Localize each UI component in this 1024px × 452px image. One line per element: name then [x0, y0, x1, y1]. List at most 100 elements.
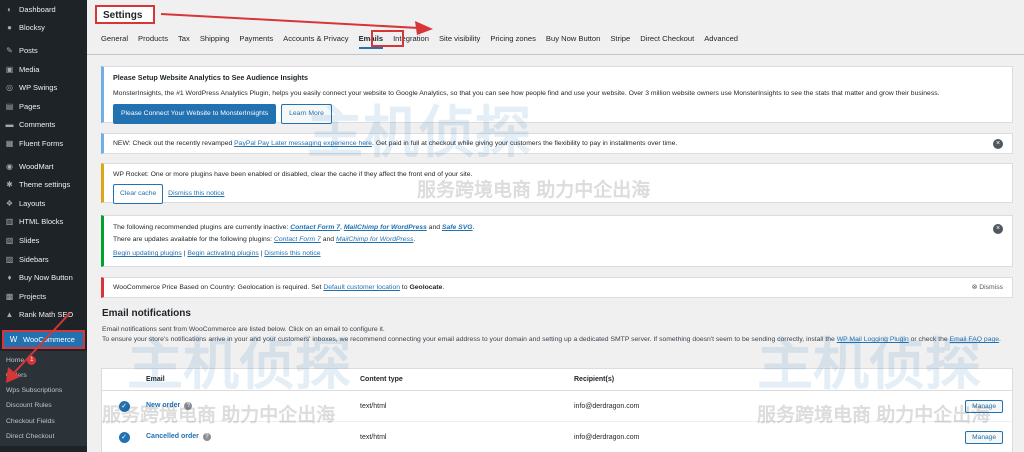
- pages-icon: ▤: [5, 101, 14, 111]
- recipient-cell: info@derdragon.com: [574, 433, 640, 441]
- sidebar-item-label: Blocksy: [19, 23, 45, 33]
- cart-icon: ♦: [7, 273, 12, 283]
- plugins-notice: The following recommended plugins are cu…: [101, 215, 1013, 267]
- woodmart-icon: ◉: [6, 161, 13, 171]
- sidebar-item-label: Dashboard: [19, 4, 56, 14]
- tab-shipping[interactable]: Shipping: [200, 34, 230, 43]
- tab-tax[interactable]: Tax: [178, 34, 190, 43]
- notice-text: There are updates available for the foll…: [113, 236, 274, 243]
- monsterinsights-notice: Please Setup Website Analytics to See Au…: [101, 66, 1013, 124]
- begin-activating-plugins-link[interactable]: Begin activating plugins: [187, 250, 258, 257]
- submenu-item-label: Direct Checkout: [6, 432, 55, 440]
- email-faq-link[interactable]: Email FAQ page: [950, 336, 1000, 343]
- wp-mail-logging-link[interactable]: WP Mail Logging Plugin: [837, 336, 909, 343]
- dismiss-plugins-notice-link[interactable]: Dismiss this notice: [264, 250, 320, 257]
- tab-direct-checkout[interactable]: Direct Checkout: [640, 34, 694, 43]
- manage-button[interactable]: Manage: [965, 430, 1003, 444]
- tab-site-visibility[interactable]: Site visibility: [439, 34, 480, 43]
- content-type-cell: text/html: [360, 402, 387, 410]
- sidebar-item-label: Theme settings: [19, 180, 71, 190]
- notice-body: MonsterInsights, the #1 WordPress Analyt…: [113, 90, 940, 97]
- table-row: ✓ Cancelled order? text/html info@derdragon…: [102, 422, 1012, 452]
- pin-icon: ✎: [6, 45, 13, 55]
- submenu-item-label: Checkout Fields: [6, 417, 55, 425]
- desc-line: To ensure your store's notifications arr…: [102, 336, 837, 343]
- tab-advanced[interactable]: Advanced: [704, 34, 738, 43]
- contact-form-7-link[interactable]: Contact Form 7: [290, 224, 340, 231]
- learn-more-button[interactable]: Learn More: [281, 104, 332, 124]
- sidebar-item-label: WP Swings: [19, 83, 58, 93]
- section-title: Email notifications: [102, 308, 191, 319]
- mailchimp-link[interactable]: MailChimp for WordPress: [344, 224, 427, 231]
- notice-text: and: [320, 236, 336, 243]
- tab-accounts-privacy[interactable]: Accounts & Privacy: [283, 34, 348, 43]
- clear-cache-button[interactable]: Clear cache: [113, 184, 164, 204]
- notice-text: NEW: Check out the recently revamped: [113, 140, 235, 147]
- sidebar-item-projects[interactable]: ▩ Projects: [0, 287, 87, 306]
- sidebar-item-label: Comments: [19, 120, 56, 130]
- sidebar-item-layouts[interactable]: ❖ Layouts: [0, 194, 87, 213]
- tab-stripe[interactable]: Stripe: [610, 34, 630, 43]
- connect-monsterinsights-button[interactable]: Please Connect Your Website to MonsterIn…: [113, 104, 277, 124]
- help-icon[interactable]: ?: [184, 402, 193, 410]
- default-customer-location-link[interactable]: Default customer location: [323, 284, 400, 291]
- close-icon[interactable]: ×: [993, 138, 1003, 149]
- paypal-pay-later-link[interactable]: PayPal Pay Later messaging experience he…: [234, 140, 372, 147]
- desc-line: Email notifications sent from WooCommerc…: [102, 326, 385, 333]
- sidebar-item-comments[interactable]: ▬ Comments: [0, 116, 87, 135]
- submenu-item-checkout-fields[interactable]: Checkout Fields: [0, 413, 87, 428]
- update-contact-form-7-link[interactable]: Contact Form 7: [274, 236, 321, 243]
- page-title: Settings: [95, 5, 155, 24]
- email-name-link[interactable]: Cancelled order: [146, 433, 199, 440]
- tab-general[interactable]: General: [101, 34, 128, 43]
- sidebar-item-buy-now-button[interactable]: ♦ Buy Now Button: [0, 268, 87, 287]
- enabled-check-icon: ✓: [118, 400, 130, 412]
- dismiss-label: Dismiss: [979, 284, 1003, 291]
- submenu-item-direct-checkout[interactable]: Direct Checkout: [0, 429, 87, 444]
- begin-updating-plugins-link[interactable]: Begin updating plugins: [113, 250, 182, 257]
- sidebar-item-sidebars[interactable]: ▨ Sidebars: [0, 250, 87, 269]
- sidebar-item-blocksy[interactable]: ● Blocksy: [0, 19, 87, 38]
- email-name-link[interactable]: New order: [146, 402, 180, 409]
- manage-button[interactable]: Manage: [965, 399, 1003, 413]
- close-icon[interactable]: ×: [993, 224, 1003, 234]
- swings-icon: ◎: [6, 83, 13, 93]
- tab-products[interactable]: Products: [138, 34, 168, 43]
- tab-payments[interactable]: Payments: [239, 34, 273, 43]
- sidebar-item-posts[interactable]: ✎ Posts: [0, 41, 87, 60]
- red-annotation-arrow: [6, 312, 71, 383]
- tab-buy-now-button[interactable]: Buy Now Button: [546, 34, 600, 43]
- close-icon: ⊗: [971, 284, 978, 291]
- tabs-divider: [87, 54, 1024, 55]
- forms-icon: ▦: [5, 138, 14, 148]
- sidebar-item-html-blocks[interactable]: ▥ HTML Blocks: [0, 213, 87, 232]
- sidebar-item-slides[interactable]: ▧ Slides: [0, 231, 87, 250]
- sidebar-item-woodmart[interactable]: ◉ WoodMart: [0, 157, 87, 176]
- notice-title: Please Setup Website Analytics to See Au…: [113, 73, 309, 82]
- content-type-cell: text/html: [360, 433, 387, 441]
- geolocate-text: Geolocate: [409, 284, 443, 291]
- dismiss-button[interactable]: ⊗ Dismiss: [972, 282, 1003, 294]
- sidebar-item-fluent-forms[interactable]: ▦ Fluent Forms: [0, 134, 87, 153]
- submenu-item-discount-rules[interactable]: Discount Rules: [0, 398, 87, 413]
- help-icon[interactable]: ?: [202, 433, 211, 441]
- sidebar-item-label: Buy Now Button: [19, 273, 73, 283]
- sidebar-item-media[interactable]: ▣ Media: [0, 60, 87, 79]
- notice-text: .: [442, 284, 445, 291]
- sidebar-item-theme-settings[interactable]: ✱ Theme settings: [0, 175, 87, 194]
- submenu-item-label: Discount Rules: [6, 402, 52, 410]
- sidebar-item-wp-swings[interactable]: ◎ WP Swings: [0, 78, 87, 97]
- paypal-notice: NEW: Check out the recently revamped Pay…: [101, 133, 1013, 154]
- sidebar-item-label: WoodMart: [19, 161, 54, 171]
- update-mailchimp-link[interactable]: MailChimp for WordPress: [336, 236, 413, 243]
- email-notifications-table: Email Content type Recipient(s) ✓ New ord…: [101, 368, 1013, 452]
- tab-pricing-zones[interactable]: Pricing zones: [490, 34, 536, 43]
- blocksy-icon: ●: [7, 23, 12, 33]
- sidebar-item-label: Fluent Forms: [19, 138, 64, 148]
- dismiss-notice-link[interactable]: Dismiss this notice: [168, 190, 224, 197]
- sidebar-item-label: Layouts: [19, 198, 46, 208]
- column-content-type: Content type: [360, 376, 403, 383]
- safe-svg-link[interactable]: Safe SVG: [442, 224, 473, 231]
- sidebar-item-dashboard[interactable]: ◐ Dashboard: [0, 0, 87, 19]
- sidebar-item-pages[interactable]: ▤ Pages: [0, 97, 87, 116]
